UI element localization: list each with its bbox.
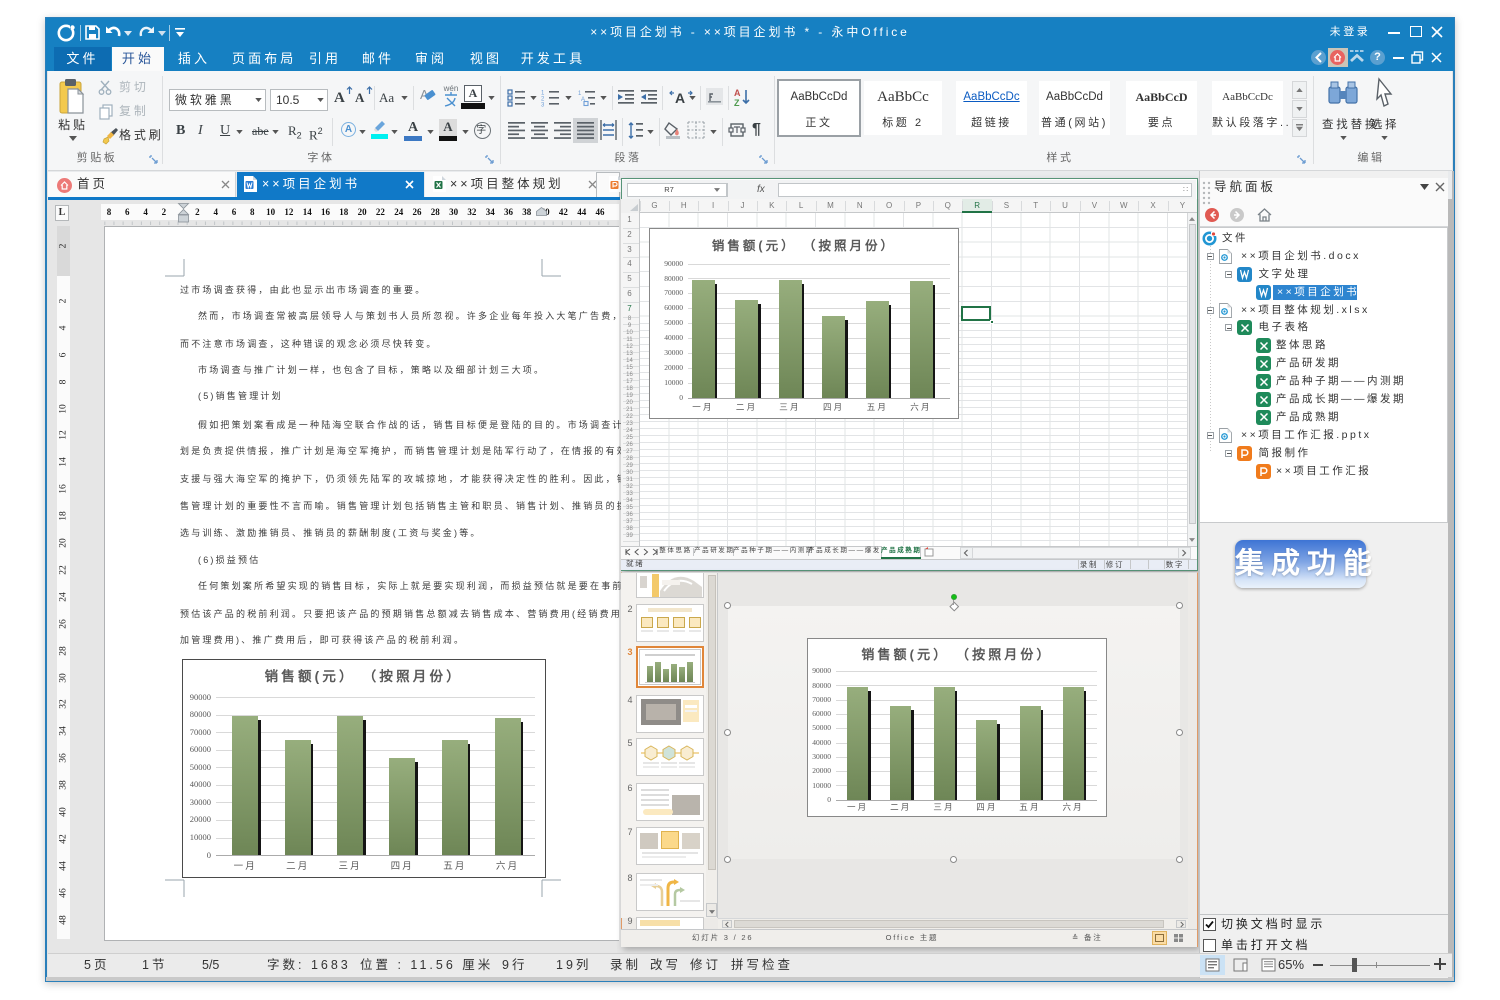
svg-text:A: A (734, 88, 741, 98)
svg-text:Z: Z (734, 98, 740, 108)
svg-text:A: A (675, 90, 685, 106)
